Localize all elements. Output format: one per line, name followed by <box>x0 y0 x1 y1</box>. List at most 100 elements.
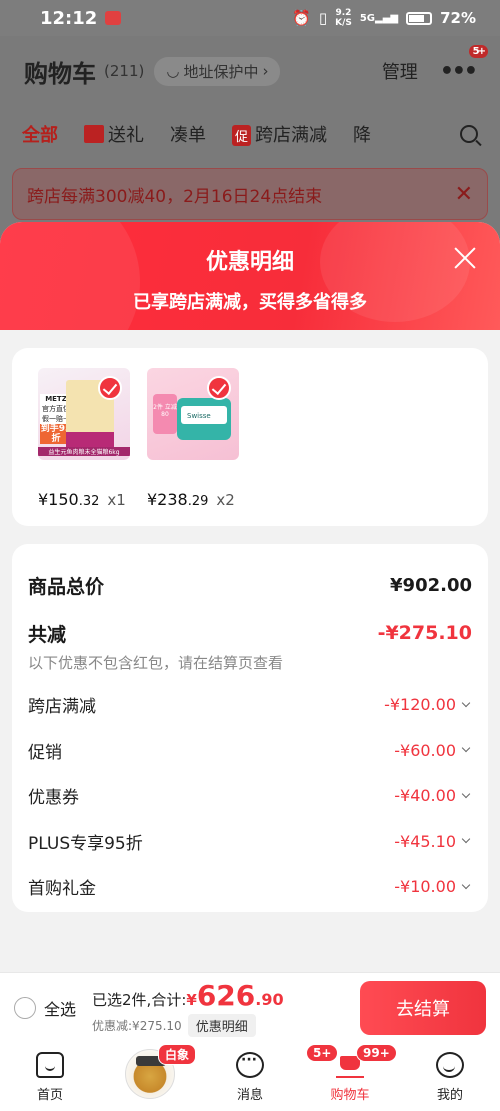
total-int: 626 <box>196 978 256 1012</box>
selected-count-text: 已选2件,合计: <box>92 990 187 1009</box>
discount-value: -¥40.00 <box>394 786 456 806</box>
message-icon <box>236 1052 264 1078</box>
promo-notice-text: 跨店每满300减40，2月16日24点结束 <box>27 186 323 207</box>
discount-value: -¥10.00 <box>394 877 456 897</box>
price-int: ¥238 <box>147 490 188 509</box>
status-time: 12:12 <box>40 7 98 29</box>
search-icon[interactable] <box>460 125 478 143</box>
discount-summary: 优惠减:¥275.10 <box>92 1018 182 1033</box>
net-speed: 9.2 K/S <box>335 8 352 28</box>
net-speed-value: 9.2 <box>335 8 352 18</box>
filter-tabs: 全部 送礼 凑单 促跨店满减 降 <box>0 106 500 162</box>
discount-label: PLUS专享95折 <box>28 833 143 854</box>
reduction-note: 以下优惠不包含红包，请在结算页查看 <box>28 654 284 672</box>
discount-label: 优惠券 <box>28 788 79 809</box>
price-int: ¥150 <box>38 490 79 509</box>
product-qty: x2 <box>216 491 235 509</box>
address-protection-pill[interactable]: ◡ 地址保护中 › <box>154 56 281 86</box>
chevron-down-icon <box>460 790 472 802</box>
checkout-button[interactable]: 去结算 <box>360 980 486 1035</box>
tab-profile-label: 我的 <box>436 1088 463 1103</box>
checkout-bar: 全选 已选2件,合计:¥626.90 优惠减:¥275.10 优惠明细 去结算 <box>0 972 500 1042</box>
discount-row-first-purchase[interactable]: 首购礼金 -¥10.00 <box>28 864 472 910</box>
total-price-row: 商品总价 ¥902.00 <box>28 544 472 616</box>
product-promo-label: 2件 立减80 <box>153 394 177 434</box>
select-all-checkbox[interactable] <box>14 996 36 1019</box>
discount-row-cross-store[interactable]: 跨店满减 -¥120.00 <box>28 682 472 728</box>
more-menu-button[interactable]: ••• 5+ <box>440 44 488 84</box>
bottom-tab-bar: 首页 白象 5+ 消息 99+ 购物车 我的 <box>0 1042 500 1111</box>
product-image: METZ 官方直供 假一赔十 到手95折 益生元鱼肉粮未全猫粮6kg <box>38 368 130 460</box>
net-speed-unit: K/S <box>335 18 352 28</box>
price-dec: .32 <box>78 494 100 509</box>
battery-level: 72% <box>440 9 476 27</box>
alarm-icon: ⏰ <box>292 9 311 27</box>
smile-icon: ◡ <box>166 62 180 80</box>
product-price: ¥238.29 x2 <box>147 490 239 509</box>
total-reduction-label: 共减 <box>28 623 67 646</box>
discount-value: -¥60.00 <box>394 740 456 760</box>
discount-detail-card: 商品总价 ¥902.00 共减 -¥275.10 以下优惠不包含红包，请在结算页… <box>12 544 488 912</box>
discount-label: 跨店满减 <box>28 697 96 718</box>
product-headline-text: 2件 立减80 <box>153 404 177 418</box>
product-item[interactable]: METZ 官方直供 假一赔十 到手95折 益生元鱼肉粮未全猫粮6kg ¥150.… <box>38 368 130 509</box>
page-title: 购物车 <box>24 59 96 88</box>
promo-notice-bar: 跨店每满300减40，2月16日24点结束 ✕ <box>12 168 488 220</box>
chevron-right-icon: › <box>262 62 269 80</box>
address-protection-label: 地址保护中 <box>183 62 259 81</box>
close-icon[interactable] <box>452 244 478 270</box>
product-qty: x1 <box>107 491 126 509</box>
discount-row-plus[interactable]: PLUS专享95折 -¥45.10 <box>28 819 472 865</box>
checkout-summary: 已选2件,合计:¥626.90 优惠减:¥275.10 优惠明细 <box>92 979 284 1037</box>
discount-row-promotion[interactable]: 促销 -¥60.00 <box>28 728 472 774</box>
promo-badge: 白象 <box>158 1044 197 1065</box>
tab-all[interactable]: 全部 <box>22 121 58 147</box>
total-dec: .90 <box>255 989 284 1009</box>
total-currency: ¥ <box>186 990 197 1009</box>
app-notification-icon <box>105 11 122 25</box>
sheet-title: 优惠明细 <box>205 250 294 275</box>
battery-icon <box>406 11 433 25</box>
tab-profile[interactable]: 我的 <box>400 1042 500 1111</box>
price-dec: .29 <box>187 494 209 509</box>
discount-row-coupon[interactable]: 优惠券 -¥40.00 <box>28 773 472 819</box>
product-price: ¥150.32 x1 <box>38 490 130 509</box>
manage-button[interactable]: 管理 <box>382 58 418 84</box>
vibrate-icon: ▯ <box>318 9 328 27</box>
status-right: ⏰ ▯ 9.2 K/S 5G▂▄▆ 72% <box>292 8 476 28</box>
checkout-total-line: 已选2件,合计:¥626.90 <box>92 979 284 1012</box>
more-badge: 5+ <box>468 44 488 58</box>
product-footer-text: 益生元鱼肉粮未全猫粮6kg <box>38 447 130 456</box>
discount-label: 促销 <box>28 742 62 763</box>
signal-icon: 5G▂▄▆ <box>359 12 399 24</box>
tab-cross-store[interactable]: 促跨店满减 <box>232 121 327 147</box>
total-price-label: 商品总价 <box>28 575 105 598</box>
tab-cart[interactable]: 99+ 购物车 <box>300 1042 400 1111</box>
total-price-value: ¥902.00 <box>390 574 472 596</box>
tab-promo[interactable]: 白象 <box>100 1042 200 1111</box>
checked-icon <box>207 376 231 400</box>
tab-home-label: 首页 <box>36 1088 63 1103</box>
home-icon <box>36 1052 64 1078</box>
profile-icon <box>436 1052 464 1078</box>
tab-home[interactable]: 首页 <box>0 1042 100 1111</box>
checkout-total: ¥626.90 <box>186 979 284 1012</box>
discount-label: 首购礼金 <box>28 879 96 900</box>
promo-icon: 促 <box>232 125 252 146</box>
sheet-subtitle: 已享跨店满减，买得多省得多 <box>133 292 367 313</box>
discount-detail-pill[interactable]: 优惠明细 <box>187 1013 256 1037</box>
cart-count: (211) <box>104 62 145 80</box>
close-icon[interactable]: ✕ <box>455 182 473 207</box>
product-item[interactable]: 2件 立减80 Swisse ¥238.29 x2 <box>147 368 239 509</box>
tab-price-drop[interactable]: 降 <box>353 121 371 147</box>
tab-bundle[interactable]: 凑单 <box>170 121 206 147</box>
chevron-down-icon <box>460 744 472 756</box>
discount-value: -¥45.10 <box>394 831 456 851</box>
signal-label: 5G <box>359 12 376 24</box>
total-reduction-row: 共减 -¥275.10 <box>28 616 472 650</box>
tab-messages[interactable]: 5+ 消息 <box>200 1042 339 1111</box>
tab-gift[interactable]: 送礼 <box>84 121 144 147</box>
tab-gift-label: 送礼 <box>108 125 144 146</box>
select-all-label[interactable]: 全选 <box>44 996 76 1020</box>
chevron-down-icon <box>460 835 472 847</box>
